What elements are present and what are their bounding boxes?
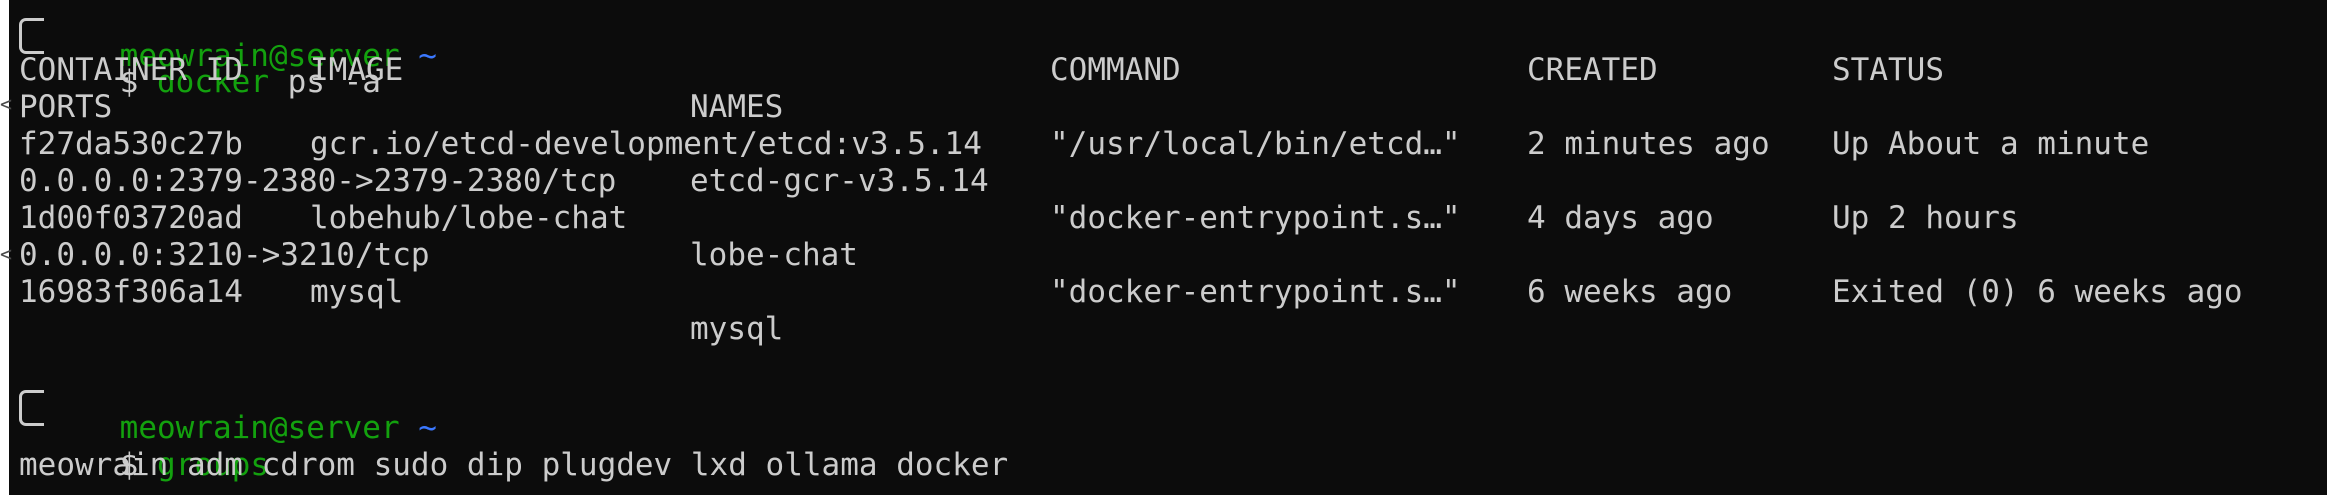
table-row: 16983f306a14 mysql "docker-entrypoint.s…… <box>0 274 2327 311</box>
table-row: 1d00f03720ad lobehub/lobe-chat "docker-e… <box>0 200 2327 237</box>
table-header-row-wrap: PORTS NAMES <box>0 89 2327 126</box>
table-row-wrap: mysql <box>0 311 2327 348</box>
container-command: "docker-entrypoint.s…" <box>1050 200 1461 236</box>
container-created: 2 minutes ago <box>1527 126 1770 162</box>
header-command: COMMAND <box>1050 52 1181 88</box>
container-status: Up 2 hours <box>1832 200 2019 236</box>
table-row: f27da530c27b gcr.io/etcd-development/etc… <box>0 126 2327 163</box>
container-created: 4 days ago <box>1527 200 1714 236</box>
groups-output: meowrain adm cdrom sudo dip plugdev lxd … <box>19 447 1009 483</box>
header-status: STATUS <box>1832 52 1944 88</box>
header-container-id: CONTAINER ID <box>19 52 243 88</box>
container-image: gcr.io/etcd-development/etcd:v3.5.14 <box>310 126 982 162</box>
prompt-directory: ~ <box>418 410 437 446</box>
container-created: 6 weeks ago <box>1527 274 1733 310</box>
container-command: "docker-entrypoint.s…" <box>1050 274 1461 310</box>
container-status: Exited (0) 6 weeks ago <box>1832 274 2243 310</box>
container-image: lobehub/lobe-chat <box>310 200 628 236</box>
terminal-output[interactable]: meowrain@server ~ $ docker ps -a CONTAIN… <box>0 0 2327 495</box>
container-names: lobe-chat <box>690 237 858 273</box>
container-id: f27da530c27b <box>19 126 243 162</box>
table-header-row: CONTAINER ID IMAGE COMMAND CREATED STATU… <box>0 52 2327 89</box>
header-created: CREATED <box>1527 52 1658 88</box>
container-ports: 0.0.0.0:2379-2380->2379-2380/tcp <box>19 163 617 199</box>
prompt-corner-bottom-icon <box>19 409 44 426</box>
container-names: mysql <box>690 311 784 347</box>
container-command: "/usr/local/bin/etcd…" <box>1050 126 1461 162</box>
header-names: NAMES <box>690 89 784 125</box>
prompt-header-line: meowrain@server ~ <box>45 373 437 446</box>
container-image: mysql <box>310 274 404 310</box>
container-id: 1d00f03720ad <box>19 200 243 236</box>
command-line-2: $ groups <box>45 410 269 483</box>
container-ports: 0.0.0.0:3210->3210/tcp <box>19 237 430 273</box>
header-ports: PORTS <box>19 89 113 125</box>
container-status: Up About a minute <box>1832 126 2150 162</box>
table-row-wrap: 0.0.0.0:2379-2380->2379-2380/tcp etcd-gc… <box>0 163 2327 200</box>
container-id: 16983f306a14 <box>19 274 243 310</box>
header-image: IMAGE <box>310 52 404 88</box>
table-row-wrap: 0.0.0.0:3210->3210/tcp lobe-chat <box>0 237 2327 274</box>
container-names: etcd-gcr-v3.5.14 <box>690 163 989 199</box>
